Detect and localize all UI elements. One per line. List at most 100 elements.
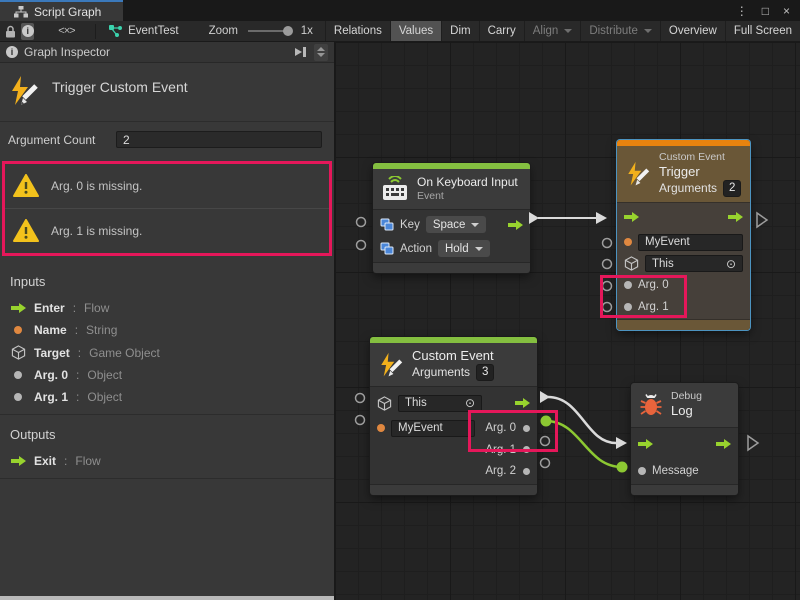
code-view-button[interactable]: <×> <box>58 25 74 37</box>
node-footer <box>370 484 537 495</box>
inspector-toggle-button[interactable]: i <box>21 23 34 40</box>
chevron-down-icon <box>317 53 325 57</box>
align-button[interactable]: Align <box>524 21 581 41</box>
arguments-label: Arguments <box>659 181 717 196</box>
game-object-cube-icon[interactable] <box>377 396 392 411</box>
flow-arrow-icon <box>716 438 731 450</box>
connected-port-arg0[interactable] <box>541 416 552 427</box>
key-dropdown[interactable]: Space <box>426 216 487 233</box>
game-object-cube-icon[interactable] <box>624 256 639 271</box>
arguments-count-field[interactable]: 3 <box>476 364 494 381</box>
port-separator: : <box>78 346 81 360</box>
zoom-slider[interactable] <box>248 30 291 32</box>
wire-receiver-to-debug <box>540 391 627 449</box>
connected-port-message[interactable] <box>617 462 628 473</box>
game-object-cube-icon <box>10 345 26 360</box>
port-receiver-arg2-external[interactable] <box>541 459 550 468</box>
dim-button[interactable]: Dim <box>441 21 478 41</box>
graph-canvas[interactable]: On Keyboard Input Event Key Space Action <box>335 42 800 600</box>
port-trigger-target-external[interactable] <box>603 260 612 269</box>
flow-output-port[interactable] <box>508 219 523 231</box>
port-name: Enter <box>34 301 65 315</box>
string-port-icon[interactable] <box>377 424 385 432</box>
close-icon[interactable]: × <box>783 4 790 18</box>
node-subtitle: Event <box>417 190 518 203</box>
flow-continue-triangle[interactable] <box>757 213 767 227</box>
port-action-external[interactable] <box>357 241 366 250</box>
node-title: Log <box>671 403 702 419</box>
flow-output-port[interactable] <box>515 397 530 409</box>
node-on-keyboard-input[interactable]: On Keyboard Input Event Key Space Action <box>373 163 530 273</box>
main-area: i Graph Inspector Trigger Custom Event A… <box>0 42 800 600</box>
event-name-field[interactable]: MyEvent <box>391 420 475 437</box>
port-separator: : <box>75 323 78 337</box>
object-port-icon[interactable] <box>523 468 530 475</box>
object-picker-icon[interactable]: ⊙ <box>465 395 475 411</box>
node-footer <box>631 484 738 495</box>
arguments-count-field[interactable]: 2 <box>723 180 741 197</box>
node-debug-log[interactable]: Debug Log Message <box>631 383 738 495</box>
event-name-field[interactable]: MyEvent <box>638 234 743 251</box>
arg1-row: Arg. 1 <box>370 439 537 460</box>
object-port-icon[interactable] <box>523 425 530 432</box>
port-name: Name <box>34 323 67 337</box>
target-field[interactable]: This⊙ <box>398 395 482 412</box>
port-key-external[interactable] <box>357 218 366 227</box>
flow-input-port[interactable] <box>638 438 653 453</box>
flow-input-port[interactable] <box>624 211 639 226</box>
dock-panel-icon[interactable] <box>294 46 308 58</box>
flow-output-port[interactable] <box>716 438 731 453</box>
panel-spinner[interactable] <box>314 44 328 61</box>
chevron-up-icon <box>317 47 325 51</box>
distribute-button[interactable]: Distribute <box>580 21 660 41</box>
object-picker-icon[interactable]: ⊙ <box>726 256 736 272</box>
port-trigger-name-external[interactable] <box>603 239 612 248</box>
full-screen-button[interactable]: Full Screen <box>725 21 800 41</box>
maximize-icon[interactable]: □ <box>762 4 769 18</box>
values-button[interactable]: Values <box>390 21 441 41</box>
port-trigger-arg0-external[interactable] <box>603 282 612 291</box>
inspector-input-enter: Enter : Flow <box>0 297 334 319</box>
overview-button[interactable]: Overview <box>660 21 725 41</box>
values-label: Values <box>399 25 433 37</box>
carry-button[interactable]: Carry <box>479 21 524 41</box>
custom-event-icon <box>378 352 404 378</box>
node-trigger-custom-event[interactable]: Custom Event Trigger Arguments2 MyEvent <box>617 140 750 330</box>
port-receiver-arg1-external[interactable] <box>541 437 550 446</box>
target-field[interactable]: This⊙ <box>645 255 743 272</box>
align-label: Align <box>533 25 559 37</box>
argument-count-field[interactable]: 2 <box>116 131 322 148</box>
zoom-label: Zoom <box>209 25 238 37</box>
flow-row <box>631 430 738 460</box>
script-graph-icon <box>14 6 28 18</box>
tab-script-graph[interactable]: Script Graph <box>0 0 123 21</box>
key-label: Key <box>400 219 420 231</box>
node-custom-event[interactable]: Custom Event Arguments3 This⊙ MyEvent Ar… <box>370 337 537 495</box>
flow-arrow-icon <box>728 211 743 223</box>
window-menu-icon[interactable]: ⋮ <box>736 4 748 18</box>
port-receiver-name-external[interactable] <box>356 416 365 425</box>
relations-button[interactable]: Relations <box>325 21 390 41</box>
port-type: Flow <box>84 301 109 315</box>
arg0-label: Arg. 0 <box>485 422 516 434</box>
port-type: Flow <box>75 454 100 468</box>
arg0-label: Arg. 0 <box>638 279 669 291</box>
port-receiver-target-external[interactable] <box>356 394 365 403</box>
flow-arrow-icon <box>10 455 26 467</box>
flow-continue-triangle[interactable] <box>748 436 758 450</box>
object-port-icon[interactable] <box>624 303 632 311</box>
string-port-icon[interactable] <box>624 238 632 246</box>
object-port-icon[interactable] <box>523 446 530 453</box>
action-dropdown[interactable]: Hold <box>438 240 490 257</box>
flow-output-port[interactable] <box>728 211 743 226</box>
chevron-down-icon <box>475 247 483 251</box>
flow-arrow-icon <box>624 211 639 223</box>
port-type: String <box>86 323 117 337</box>
graph-breadcrumb[interactable]: EventTest <box>101 25 187 37</box>
object-port-icon[interactable] <box>624 281 632 289</box>
port-trigger-arg1-external[interactable] <box>603 303 612 312</box>
object-port-icon[interactable] <box>638 467 646 475</box>
inspector-title: Graph Inspector <box>24 45 110 59</box>
zoom-slider-handle[interactable] <box>283 26 293 36</box>
lock-button[interactable] <box>4 23 17 40</box>
